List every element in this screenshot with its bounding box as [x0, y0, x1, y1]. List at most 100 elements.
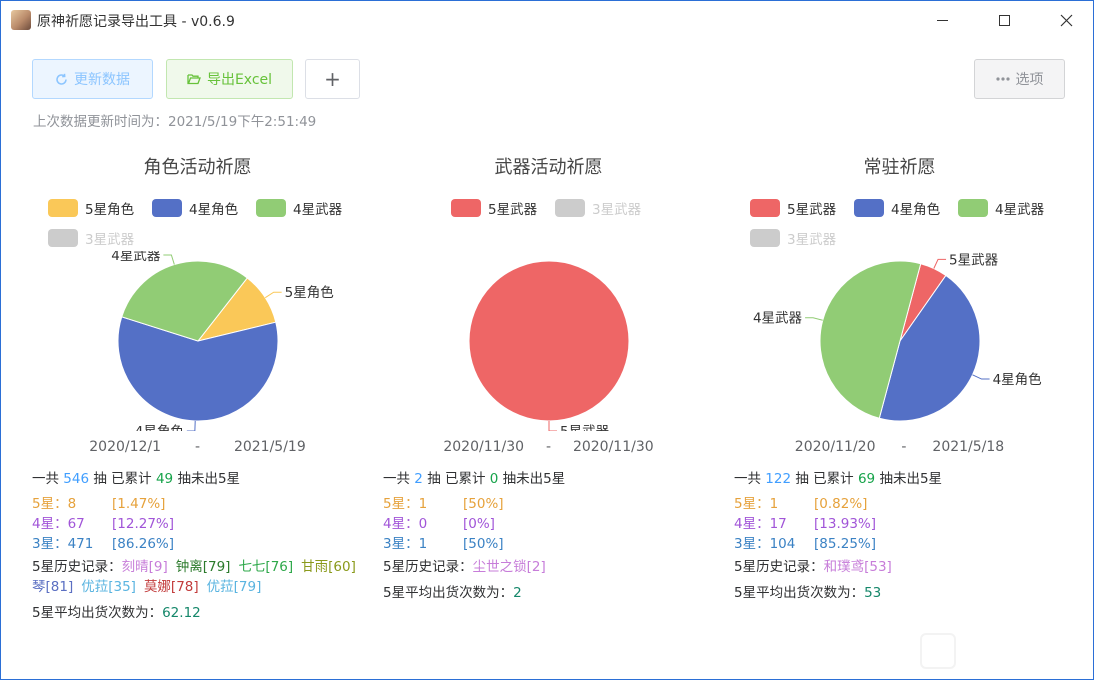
tier-pct: [1.47%] [112, 496, 166, 512]
slice-label: 4星武器 [111, 251, 161, 264]
tier-pct: [85.25%] [814, 536, 877, 552]
panel-standard: 常驻祈愿 5星武器 4星角色 4星武器 3星武器 5星武器 4星角色 4星武器 20… [733, 141, 1073, 641]
avg-value: 2 [513, 585, 522, 601]
legend-label: 3星武器 [787, 232, 837, 248]
legend-label: 3星武器 [85, 232, 135, 248]
panel-character-event: 角色活动祈愿 5星角色 4星角色 4星武器 3星武器 5星角色4星角色4星武器 … [31, 141, 371, 641]
export-excel-button[interactable]: 导出Excel [166, 59, 293, 99]
history-item: 和璞鸢[53] [823, 559, 892, 575]
export-excel-label: 导出Excel [206, 72, 273, 88]
legend-item[interactable]: 3星武器 [750, 229, 837, 248]
panel-title: 武器活动祈愿 [494, 157, 603, 178]
tier-three: 3星：104 [85.25%] [734, 534, 1074, 554]
panel-title: 角色活动祈愿 [143, 157, 252, 178]
legend-swatch [451, 199, 481, 217]
legend-item[interactable]: 5星角色 [48, 199, 135, 218]
avg-value: 53 [864, 585, 882, 601]
legend-label: 5星武器 [488, 202, 538, 218]
total-prefix: 一共 [383, 471, 410, 487]
date-range: 2020/11/20 - 2021/5/18 [733, 439, 1066, 455]
update-data-button[interactable]: 更新数据 [32, 59, 153, 99]
tier-pct: [0%] [463, 516, 495, 532]
legend-label: 3星武器 [592, 202, 642, 218]
legend-item[interactable]: 3星武器 [48, 229, 135, 248]
pie-slice[interactable] [468, 260, 630, 422]
refresh-icon [56, 73, 67, 85]
folder-open-icon [187, 74, 201, 85]
tier-pct: [50%] [463, 496, 504, 512]
pulls-unit: 抽 [427, 471, 441, 487]
legend-item[interactable]: 5星武器 [451, 199, 538, 218]
history-item: 甘雨[60] [301, 559, 356, 575]
maximize-button[interactable] [981, 5, 1027, 35]
add-button[interactable]: + [305, 59, 360, 99]
legend-item[interactable]: 3星武器 [555, 199, 642, 218]
avg-line: 5星平均出货次数为：2 [383, 583, 723, 603]
total-line: 一共 546 抽 已累计 49 抽未出5星 [32, 469, 372, 489]
minimize-icon [936, 19, 948, 21]
legend-swatch [958, 199, 988, 217]
tier-three: 3星：1 [50%] [383, 534, 723, 554]
slice-label: 4星角色 [993, 371, 1042, 388]
label-line [264, 291, 282, 299]
total-count: 122 [765, 471, 792, 487]
stats: 一共 122 抽 已累计 69 抽未出5星 5星：1 [0.82%] 4星：17 [… [734, 469, 1074, 603]
label-line [972, 374, 990, 380]
total-line: 一共 122 抽 已累计 69 抽未出5星 [734, 469, 1074, 489]
label-line [163, 254, 175, 265]
history-label: 5星历史记录： [32, 559, 122, 575]
total-line: 一共 2 抽 已累计 0 抽未出5星 [383, 469, 723, 489]
slice-label: 4星武器 [753, 311, 803, 327]
date-start: 2020/12/1 [89, 439, 162, 455]
date-end: 2021/5/18 [932, 439, 1005, 455]
accum-suffix: 抽未出5星 [502, 471, 566, 487]
history-item: 钟离[79] [175, 559, 231, 575]
legend-swatch [854, 199, 884, 217]
tier-label: 5星：8 [32, 496, 77, 512]
history-label: 5星历史记录： [734, 559, 824, 575]
date-start: 2020/11/20 [794, 439, 876, 455]
minimize-button[interactable] [919, 5, 965, 35]
date-range: 2020/12/1 - 2021/5/19 [31, 439, 364, 455]
pie-chart: 5星角色 4星角色 4星武器 [111, 251, 334, 431]
label-line [805, 317, 823, 321]
tier-label: 4星：0 [383, 516, 428, 532]
tier-five: 5星：1 [0.82%] [734, 494, 1074, 514]
legend-item[interactable]: 4星武器 [256, 199, 342, 218]
legend-label: 4星角色 [891, 202, 941, 218]
tier-pct: [0.82%] [814, 496, 868, 512]
legend-item[interactable]: 4星角色 [854, 199, 941, 218]
accum-prefix: 已累计 [813, 471, 854, 487]
pulls-unit: 抽 [795, 471, 809, 487]
legend-item[interactable]: 4星武器 [958, 199, 1044, 218]
pulls-unit: 抽 [93, 471, 107, 487]
accum-count: 0 [489, 471, 499, 487]
legend-label: 5星角色 [85, 202, 135, 218]
slice-label: 4星角色 [135, 423, 184, 431]
options-button[interactable]: 选项 [974, 59, 1065, 99]
tier-pct: [86.26%] [112, 536, 175, 552]
tier-label: 3星：471 [32, 536, 94, 552]
title-bar[interactable]: 原神祈愿记录导出工具 - v0.6.9 [1, 1, 1093, 39]
avg-label: 5星平均出货次数为： [734, 585, 865, 601]
close-button[interactable] [1043, 5, 1089, 35]
date-separator: - [545, 439, 552, 455]
tier-pct: [13.93%] [814, 516, 877, 532]
accum-prefix: 已累计 [444, 471, 486, 487]
date-range: 2020/11/30 - 2020/11/30 [382, 439, 715, 455]
legend-item[interactable]: 4星角色 [152, 199, 238, 218]
legend-swatch [256, 199, 286, 217]
tier-pct: [12.27%] [112, 516, 175, 532]
avg-line: 5星平均出货次数为：62.12 [32, 603, 372, 623]
panel-weapon-event: 武器活动祈愿 5星武器 3星武器 5星武器 2020/11/30 - 2020/… [382, 141, 722, 641]
slice-label: 5星角色 [285, 284, 334, 301]
legend-swatch [152, 199, 182, 217]
tier-pct: [50%] [463, 536, 504, 552]
avg-line: 5星平均出货次数为：53 [734, 583, 1074, 603]
slice-label: 5星武器 [560, 424, 610, 431]
legend-item[interactable]: 5星武器 [750, 199, 836, 218]
tier-five: 5星：1 [50%] [383, 494, 723, 514]
history-item: 莫娜[78] [143, 579, 199, 595]
app-window: 原神祈愿记录导出工具 - v0.6.9 更新数据 导出Excel + 选项 上次… [0, 0, 1094, 680]
pie-chart: 5星武器 4星角色 4星武器 [753, 252, 1042, 422]
